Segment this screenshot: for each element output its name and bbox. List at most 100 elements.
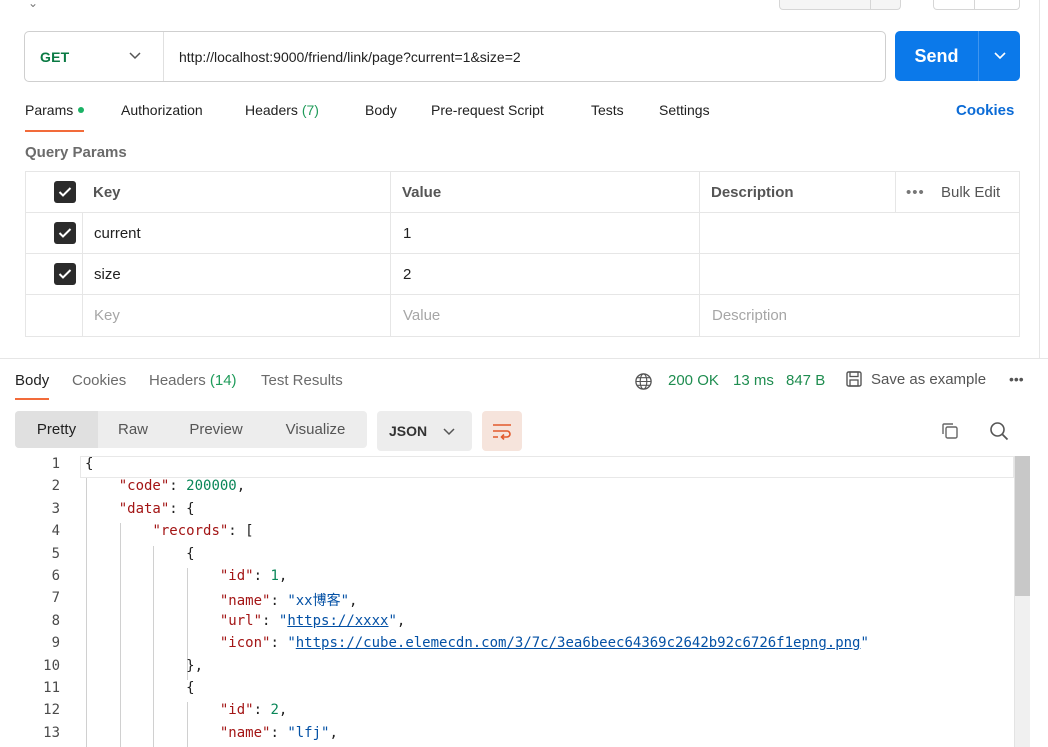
send-options-button[interactable] [978,31,1020,81]
check-icon [58,228,72,238]
json-punct: , [349,593,358,610]
response-tab-headers[interactable]: Headers (14) [149,372,237,389]
code-line: }, [186,658,203,674]
pane-divider[interactable] [0,358,1048,359]
json-punct: , [278,568,288,584]
json-punct: : { [169,500,195,517]
response-tab-body[interactable]: Body [15,372,50,400]
code-line: "name": "xx博客", [220,590,358,610]
copy-icon[interactable] [940,421,960,441]
response-body-editor[interactable]: 1 2 3 4 5 6 7 8 9 10 11 12 13 {"code": 200000, "data"… [0,456,1030,747]
tab-body[interactable]: Body [365,102,397,118]
json-link[interactable]: https://cube.elemecdn.com/3/7c/3ea6beec6… [296,635,861,651]
line-number: 8 [51,612,60,629]
json-punct: : [262,612,279,629]
response-tab-test-results[interactable]: Test Results [261,372,343,389]
line-number: 4 [51,523,60,540]
vertical-scrollbar[interactable] [1014,456,1030,747]
indent-guide [187,702,189,747]
cookies-link[interactable]: Cookies [956,102,1014,119]
view-mode-group: Pretty Raw Preview Visualize [15,411,367,448]
json-string: " [860,635,869,652]
json-punct: }, [186,657,204,674]
more-options-icon[interactable]: ••• [906,172,925,212]
line-number: 2 [51,478,60,495]
line-number: 9 [51,635,60,652]
chevron-down-icon [129,52,141,60]
indent-guide [119,523,121,747]
param-new-row: Key Value Description [26,295,1019,336]
json-key: "name" [219,724,271,741]
method-select[interactable]: GET [25,32,164,81]
view-raw[interactable]: Raw [98,411,168,448]
json-key: "icon" [219,635,271,652]
code-line: { [85,456,93,472]
status-code[interactable]: 200 OK [668,372,719,389]
check-icon [58,187,72,197]
line-number: 11 [43,680,60,696]
top-toolbar-fragment-2 [933,0,1020,10]
json-key: "id" [219,702,254,719]
response-tab-cookies[interactable]: Cookies [72,372,126,389]
param-key[interactable]: size [94,254,121,294]
json-number: 2 [270,702,279,719]
param-checkbox[interactable] [54,254,76,294]
more-options-icon[interactable]: ••• [1009,371,1024,387]
globe-icon[interactable] [634,372,653,391]
json-number: 200000 [186,478,237,495]
view-visualize[interactable]: Visualize [273,411,358,448]
tab-authorization[interactable]: Authorization [121,102,203,118]
send-button[interactable]: Send [895,31,1020,81]
select-all-checkbox[interactable] [54,172,76,212]
json-string: " [388,612,397,629]
tab-settings[interactable]: Settings [659,102,710,118]
response-headers-count: (14) [209,372,237,389]
line-number: 5 [51,545,60,562]
new-value-input[interactable]: Value [403,295,440,336]
view-preview[interactable]: Preview [175,411,257,448]
view-pretty[interactable]: Pretty [15,411,98,448]
json-number: 1 [270,568,279,584]
scrollbar-thumb[interactable] [1015,456,1030,596]
wrap-lines-button[interactable] [482,411,522,451]
json-punct: : [270,724,288,741]
response-size[interactable]: 847 B [786,372,825,389]
param-value[interactable]: 2 [403,254,411,294]
headers-count: (7) [301,102,319,118]
json-key: "code" [118,478,170,495]
save-as-example-button[interactable]: Save as example [845,370,986,388]
bulk-edit-button[interactable]: Bulk Edit [941,172,1000,212]
json-key: "url" [219,612,263,629]
url-input[interactable] [179,48,859,65]
query-params-table: Key Value Description ••• Bulk Edit curr… [25,171,1020,337]
param-value[interactable]: 1 [403,213,411,253]
new-key-input[interactable]: Key [94,295,120,336]
json-punct: { [186,545,195,562]
json-string: "lfj" [287,724,330,741]
json-key: "data" [118,500,170,517]
code-line: "records": [ [152,523,253,539]
tab-tests[interactable]: Tests [591,102,624,118]
current-line-highlight [80,456,1014,478]
tab-params-label: Params [25,102,74,118]
line-number: 10 [43,657,60,674]
param-row: current 1 [26,213,1019,254]
tab-pre-request-script[interactable]: Pre-request Script [431,102,544,118]
response-time[interactable]: 13 ms [733,372,774,389]
method-label: GET [40,48,70,65]
line-number: 7 [51,590,60,607]
format-select[interactable]: JSON [377,411,472,451]
key-header: Key [93,183,121,201]
params-header-row: Key Value Description ••• Bulk Edit [26,172,1019,213]
tab-params[interactable]: Params [25,102,85,132]
description-header: Description [711,183,794,201]
line-number: 12 [43,702,60,719]
tab-headers[interactable]: Headers (7) [245,102,319,118]
json-link[interactable]: https://xxxx [287,613,388,629]
json-punct: : [270,593,288,610]
search-icon[interactable] [989,421,1009,441]
param-key[interactable]: current [94,213,141,253]
format-label: JSON [389,423,428,439]
param-checkbox[interactable] [54,213,76,253]
new-description-input[interactable]: Description [712,295,787,336]
